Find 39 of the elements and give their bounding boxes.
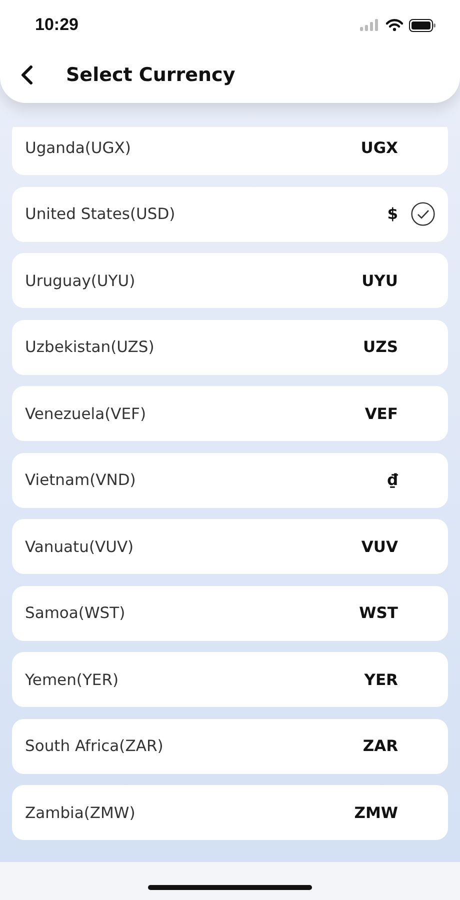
currency-row[interactable]: United States(USD) $: [12, 186, 448, 242]
currency-code: WST: [359, 604, 398, 622]
currency-code: ₫: [387, 471, 398, 489]
currency-name: Zambia(ZMW): [25, 804, 136, 822]
currency-code: $: [387, 205, 398, 223]
currency-row[interactable]: Venezuela(VEF) VEF: [12, 386, 448, 441]
currency-name: United States(USD): [25, 205, 176, 223]
signal-icon: [360, 19, 380, 31]
home-indicator[interactable]: [148, 884, 312, 890]
status-time: 10:29: [35, 15, 78, 35]
currency-code: UZS: [363, 338, 398, 356]
currency-code: UYU: [362, 272, 398, 290]
currency-row[interactable]: Yemen(YER) YER: [12, 652, 448, 707]
currency-code: ZMW: [354, 804, 398, 822]
currency-name: South Africa(ZAR): [25, 737, 164, 755]
wifi-icon: [386, 19, 403, 31]
currency-code: UGX: [360, 138, 398, 156]
currency-code: VUV: [361, 538, 398, 556]
currency-name: Venezuela(VEF): [25, 404, 148, 422]
currency-name: Vanuatu(VUV): [25, 538, 135, 556]
currency-row[interactable]: Uruguay(UYU) UYU: [12, 253, 448, 308]
currency-row[interactable]: South Africa(ZAR) ZAR: [12, 718, 448, 774]
currency-row[interactable]: Uzbekistan(UZS) UZS: [12, 320, 448, 374]
currency-name: Samoa(WST): [25, 604, 126, 622]
battery-icon: [409, 18, 436, 32]
currency-code: VEF: [364, 404, 398, 422]
currency-row[interactable]: Vanuatu(VUV) VUV: [12, 519, 448, 574]
currency-name: Uzbekistan(UZS): [25, 338, 156, 356]
currency-row[interactable]: Vietnam(VND) ₫: [12, 452, 448, 508]
screen-title: Select Currency: [66, 64, 236, 86]
currency-row[interactable]: Uganda(UGX) UGX: [12, 127, 448, 175]
currency-code: ZAR: [362, 737, 398, 755]
currency-name: Yemen(YER): [25, 670, 120, 688]
currency-row[interactable]: Samoa(WST) WST: [12, 586, 448, 640]
currency-name: Vietnam(VND): [25, 471, 137, 489]
currency-name: Uruguay(UYU): [25, 272, 136, 290]
currency-name: Uganda(UGX): [25, 138, 132, 156]
currency-row[interactable]: Zambia(ZMW) ZMW: [12, 785, 448, 840]
currency-code: YER: [364, 670, 398, 688]
